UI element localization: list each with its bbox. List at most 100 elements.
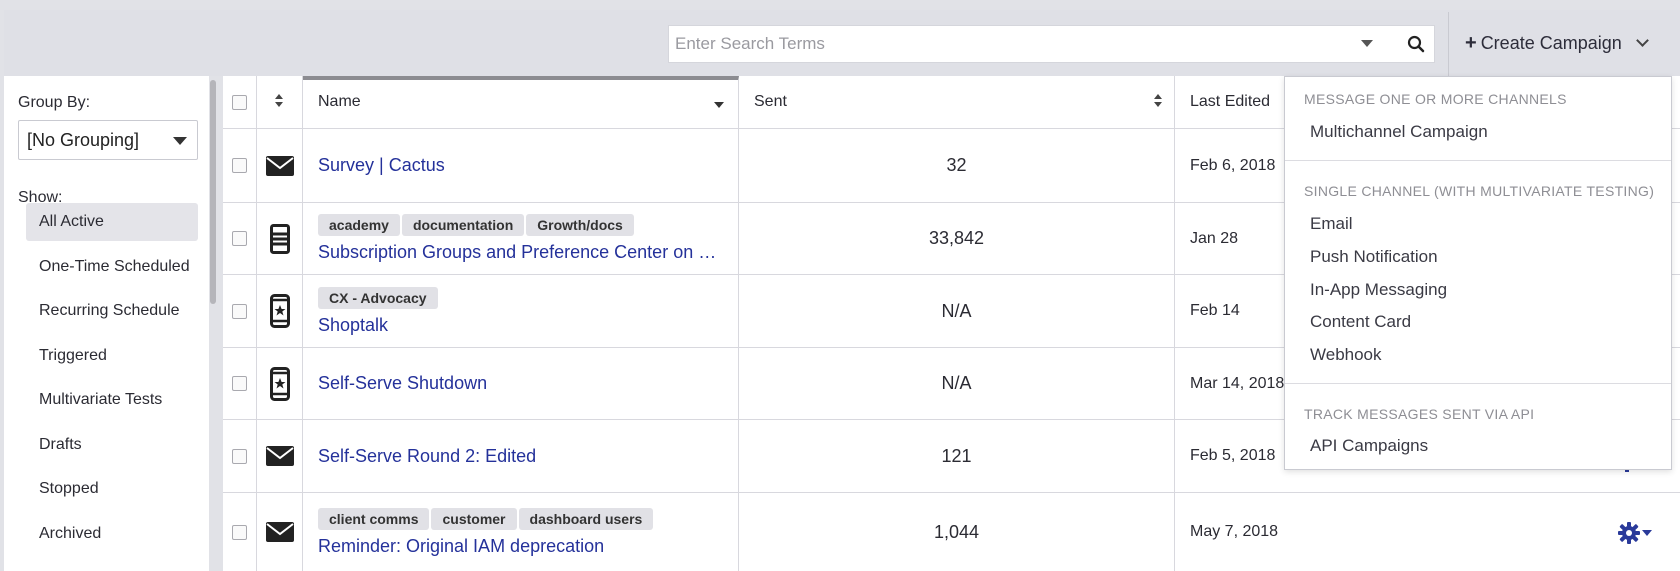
row-checkbox-cell xyxy=(223,275,257,347)
menu-item-in-app-messaging[interactable]: In-App Messaging xyxy=(1310,280,1447,300)
filter-triggered[interactable]: Triggered xyxy=(26,337,198,382)
group-by-select[interactable]: [No Grouping] xyxy=(18,120,198,160)
channel-icon-cell xyxy=(257,129,303,202)
name-cell: academy documentation Growth/docs Subscr… xyxy=(303,203,739,274)
menu-item-multichannel-campaign[interactable]: Multichannel Campaign xyxy=(1310,122,1488,142)
menu-item-email[interactable]: Email xyxy=(1310,214,1353,234)
campaign-name-link[interactable]: Shoptalk xyxy=(318,315,723,336)
row-checkbox[interactable] xyxy=(232,448,247,464)
sidebar-scrollbar[interactable] xyxy=(210,80,216,304)
sort-descending-icon xyxy=(714,102,724,108)
create-campaign-label: Create Campaign xyxy=(1480,32,1622,53)
table-row[interactable]: client comms customer dashboard users Re… xyxy=(223,493,1680,571)
row-checkbox-cell xyxy=(223,493,257,571)
sent-cell: 1,044 xyxy=(739,493,1175,571)
row-checkbox[interactable] xyxy=(232,524,247,540)
tag-badge[interactable]: CX - Advocacy xyxy=(318,286,438,309)
campaign-name-link[interactable]: Survey | Cactus xyxy=(318,155,723,176)
name-header-label: Name xyxy=(318,93,361,110)
name-cell: Survey | Cactus xyxy=(303,129,739,202)
sent-cell: 32 xyxy=(739,129,1175,202)
filter-one-time-scheduled[interactable]: One-Time Scheduled xyxy=(26,248,198,293)
row-checkbox[interactable] xyxy=(232,303,247,319)
campaign-name-link[interactable]: Self-Serve Shutdown xyxy=(318,373,723,394)
menu-divider xyxy=(1285,383,1671,384)
row-checkbox-cell xyxy=(223,348,257,419)
email-icon xyxy=(265,446,294,466)
section-heading-multichannel: MESSAGE ONE OR MORE CHANNELS xyxy=(1304,91,1567,107)
name-cell: CX - Advocacy Shoptalk xyxy=(303,275,739,347)
row-checkbox[interactable] xyxy=(232,158,247,173)
campaign-name-link[interactable]: Self-Serve Round 2: Edited xyxy=(318,446,723,467)
sort-icon xyxy=(1154,94,1162,110)
search-input[interactable] xyxy=(675,26,1355,62)
caret-down-icon xyxy=(1642,530,1652,536)
type-sort-header[interactable] xyxy=(257,76,303,128)
filter-list: All Active One-Time Scheduled Recurring … xyxy=(26,203,198,559)
select-all-checkbox[interactable] xyxy=(232,94,247,110)
channel-icon-cell xyxy=(257,348,303,419)
menu-item-push-notification[interactable]: Push Notification xyxy=(1310,247,1438,267)
sent-cell: N/A xyxy=(739,348,1175,419)
email-icon xyxy=(265,155,294,176)
in-app-message-icon xyxy=(269,366,290,401)
channel-icon-cell xyxy=(257,275,303,347)
tag-badge[interactable]: dashboard users xyxy=(518,507,654,530)
name-cell: Self-Serve Round 2: Edited xyxy=(303,420,739,492)
channel-icon-cell xyxy=(257,420,303,492)
campaign-name-link[interactable]: Subscription Groups and Preference Cente… xyxy=(318,242,723,263)
row-checkbox[interactable] xyxy=(232,376,247,391)
channel-icon-cell xyxy=(257,493,303,571)
row-checkbox[interactable] xyxy=(232,231,247,246)
tag-badge[interactable]: documentation xyxy=(401,214,525,236)
filter-archived[interactable]: Archived xyxy=(26,515,198,560)
filter-sidebar: Group By: [No Grouping] Show: All Active… xyxy=(4,76,209,571)
tag-list: academy documentation Growth/docs xyxy=(318,214,738,236)
name-column-header[interactable]: Name xyxy=(303,76,739,128)
sent-cell: 33,842 xyxy=(739,203,1175,274)
chevron-down-icon xyxy=(1635,33,1649,47)
menu-divider xyxy=(1285,160,1671,161)
section-heading-single-channel: SINGLE CHANNEL (WITH MULTIVARIATE TESTIN… xyxy=(1304,183,1655,199)
menu-item-content-card[interactable]: Content Card xyxy=(1310,312,1411,332)
tag-badge[interactable]: client comms xyxy=(318,507,430,530)
row-checkbox-cell xyxy=(223,203,257,274)
filter-all-active[interactable]: All Active xyxy=(26,203,198,241)
menu-item-api-campaigns[interactable]: API Campaigns xyxy=(1310,436,1428,456)
row-checkbox-cell xyxy=(223,129,257,202)
group-by-label: Group By: xyxy=(18,94,91,111)
search-box xyxy=(668,25,1435,63)
content-card-icon xyxy=(269,223,290,254)
tag-list: CX - Advocacy xyxy=(318,286,738,309)
tag-badge[interactable]: Growth/docs xyxy=(526,214,634,236)
channel-icon-cell xyxy=(257,203,303,274)
gear-icon xyxy=(1618,522,1640,544)
group-by-value: [No Grouping] xyxy=(27,130,140,150)
last-edited-cell: May 7, 2018 xyxy=(1190,523,1279,540)
sent-column-header[interactable]: Sent xyxy=(739,76,1175,128)
search-button[interactable] xyxy=(1397,26,1435,62)
create-campaign-button[interactable]: + Create Campaign xyxy=(1465,28,1649,58)
filter-recurring-schedule[interactable]: Recurring Schedule xyxy=(26,292,198,337)
select-all-cell xyxy=(223,76,257,128)
row-actions-menu[interactable] xyxy=(1618,522,1652,544)
caret-down-icon xyxy=(173,137,187,145)
campaigns-app: + Create Campaign Group By: [No Grouping… xyxy=(0,0,1680,571)
tag-badge[interactable]: customer xyxy=(431,507,517,530)
campaign-name-link[interactable]: Reminder: Original IAM deprecation xyxy=(318,536,723,557)
sort-icon xyxy=(275,94,283,110)
row-checkbox-cell xyxy=(223,420,257,492)
plus-icon: + xyxy=(1465,31,1477,54)
filter-multivariate-tests[interactable]: Multivariate Tests xyxy=(26,381,198,426)
search-options-caret-icon[interactable] xyxy=(1361,40,1373,47)
last-edited-header-label: Last Edited xyxy=(1190,93,1271,110)
section-heading-api: TRACK MESSAGES SENT VIA API xyxy=(1304,406,1535,422)
email-icon xyxy=(265,522,294,542)
tag-list: client comms customer dashboard users xyxy=(318,507,738,530)
sent-header-label: Sent xyxy=(754,93,787,110)
filter-drafts[interactable]: Drafts xyxy=(26,426,198,471)
tag-badge[interactable]: academy xyxy=(318,214,400,236)
filter-stopped[interactable]: Stopped xyxy=(26,470,198,515)
menu-item-webhook[interactable]: Webhook xyxy=(1310,345,1382,365)
sent-cell: 121 xyxy=(739,420,1175,492)
